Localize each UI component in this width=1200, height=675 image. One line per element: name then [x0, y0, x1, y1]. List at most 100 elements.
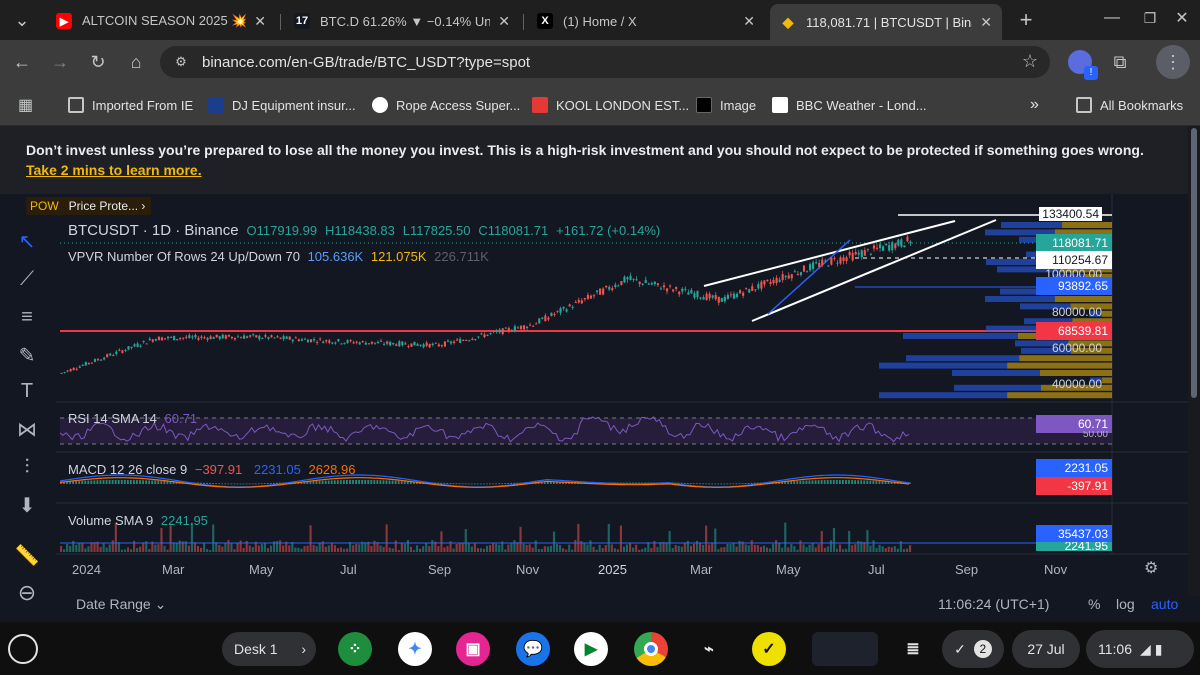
- volume-bar: [339, 547, 343, 552]
- volume-bar: [224, 543, 227, 552]
- candle-body: [112, 355, 115, 357]
- macd-histogram-bar: [342, 480, 345, 484]
- candle-body: [84, 362, 87, 366]
- bookmark-imported-ie[interactable]: Imported From IE: [68, 95, 193, 115]
- macd-histogram-bar: [464, 483, 467, 485]
- back-icon[interactable]: ←: [8, 48, 36, 76]
- close-icon[interactable]: ✕: [498, 13, 510, 30]
- status-tray[interactable]: 11:06 ◢ ▮: [1086, 630, 1194, 668]
- bookmark-rope-access[interactable]: Rope Access Super...: [372, 95, 520, 115]
- forward-icon[interactable]: →: [46, 48, 74, 76]
- candle-body: [577, 299, 580, 303]
- launcher-icon[interactable]: [8, 634, 38, 664]
- log-scale-toggle[interactable]: log: [1116, 596, 1135, 612]
- photos-app-icon[interactable]: ▣: [456, 632, 490, 666]
- bookmark-star-icon[interactable]: ☆: [1022, 51, 1038, 72]
- bookmark-bbc-weather[interactable]: BBC Weather - Lond...: [772, 95, 927, 115]
- volume-bar: [422, 546, 425, 552]
- scrollbar-thumb[interactable]: [1191, 128, 1197, 398]
- trading-chart[interactable]: ↖ ⟋ ≡ ✎ T ⋈ ⫶ ⬇ 📏 ⊖ POW Price Prote... ›…: [0, 194, 1188, 630]
- forecast-icon[interactable]: ⫶: [12, 452, 42, 482]
- candle-body: [547, 317, 550, 320]
- close-icon[interactable]: ✕: [980, 14, 992, 31]
- close-icon[interactable]: ✕: [743, 13, 755, 30]
- volume-bar: [632, 547, 635, 552]
- cursor-icon[interactable]: ↖: [12, 226, 42, 256]
- candle-body: [148, 338, 151, 341]
- candle-body: [236, 336, 240, 338]
- macd-histogram-bar: [702, 483, 704, 485]
- volume-bar: [470, 546, 473, 552]
- ruler-icon[interactable]: 📏: [12, 540, 42, 570]
- arrow-down-icon[interactable]: ⬇: [12, 490, 42, 520]
- volume-bar: [720, 547, 723, 552]
- cast-icon[interactable]: ⌁: [692, 632, 726, 666]
- candle-body: [723, 296, 726, 302]
- profile-icon[interactable]: !: [1066, 48, 1098, 80]
- volume-bar: [638, 549, 641, 552]
- restore-icon[interactable]: ❐: [1136, 4, 1164, 32]
- bookmark-image[interactable]: Image: [696, 95, 756, 115]
- apps-grid-icon[interactable]: ▦: [18, 95, 33, 115]
- macd-histogram-bar: [817, 480, 820, 484]
- desk-switcher[interactable]: Desk 1 ›: [222, 632, 316, 666]
- candle-body: [714, 295, 717, 300]
- bookmark-kool-london[interactable]: KOOL LONDON EST...: [532, 95, 689, 115]
- price-axis-label: 40000.00: [1051, 377, 1102, 391]
- tab-binance[interactable]: ◆ 118,081.71 | BTCUSDT | Bina ✕: [770, 4, 1002, 40]
- date-pill[interactable]: 27 Jul: [1012, 630, 1080, 668]
- close-window-icon[interactable]: ✕: [1168, 4, 1196, 32]
- red-level-tag: 68539.81: [1036, 322, 1112, 340]
- volume-bar: [507, 544, 510, 552]
- site-info-icon[interactable]: ⚙: [172, 53, 190, 71]
- notifications-pill[interactable]: ✓ 2: [942, 630, 1004, 668]
- os-shelf: Desk 1 › ⁘ ✦ ▣ 💬 ▶ ⌁ ✓ ≣ ✓ 2 27 Jul 11:0…: [0, 622, 1200, 675]
- gemini-icon[interactable]: ✦: [398, 632, 432, 666]
- text-tool-icon[interactable]: T: [12, 376, 42, 406]
- holding-space-icon[interactable]: ≣: [896, 632, 930, 666]
- tab-x-home[interactable]: X (1) Home / X ✕: [527, 6, 765, 36]
- address-bar[interactable]: ⚙ binance.com/en-GB/trade/BTC_USDT?type=…: [160, 46, 1050, 78]
- apps-icon[interactable]: ⁘: [338, 632, 372, 666]
- tab-btc-dominance[interactable]: 17 BTC.D 61.26% ▼ −0.14% Unn ✕: [284, 6, 520, 36]
- chrome-icon[interactable]: [634, 632, 668, 666]
- messages-icon[interactable]: 💬: [516, 632, 550, 666]
- menu-icon[interactable]: ⋮: [1156, 45, 1190, 79]
- vpvr-up-bar: [879, 362, 1008, 369]
- volume-bar: [266, 548, 270, 552]
- trendline-icon[interactable]: ⟋: [12, 264, 42, 294]
- new-tab-icon[interactable]: +: [1012, 6, 1040, 34]
- tab-search-icon[interactable]: ⌄: [8, 6, 36, 34]
- close-icon[interactable]: ✕: [254, 13, 266, 30]
- pattern-icon[interactable]: ⋈: [12, 414, 42, 444]
- volume-bar: [665, 542, 668, 552]
- bookmark-dj-equipment[interactable]: DJ Equipment insur...: [208, 95, 356, 115]
- candle-body: [605, 285, 608, 288]
- candle-body: [367, 343, 370, 345]
- home-icon[interactable]: ⌂: [122, 48, 150, 76]
- reload-icon[interactable]: ↻: [84, 48, 112, 76]
- fib-icon[interactable]: ≡: [12, 302, 42, 332]
- learn-more-link[interactable]: Take 2 mins to learn more.: [26, 160, 202, 180]
- brush-icon[interactable]: ✎: [12, 340, 42, 370]
- macd-histogram-bar: [872, 480, 875, 484]
- more-bookmarks-icon[interactable]: »: [1030, 95, 1039, 115]
- norton-app-icon[interactable]: ✓: [752, 632, 786, 666]
- extensions-icon[interactable]: ⧉: [1106, 48, 1134, 76]
- candle-body: [562, 306, 565, 309]
- pow-tag[interactable]: POW Price Prote... ›: [26, 197, 152, 215]
- tab-altcoin[interactable]: ▶ ALTCOIN SEASON 2025 💥 Th ✕: [46, 6, 276, 36]
- percent-scale-toggle[interactable]: %: [1088, 596, 1100, 612]
- volume-bar: [136, 547, 139, 552]
- meet-icon[interactable]: ▶: [574, 632, 608, 666]
- candle-body: [109, 353, 112, 356]
- page-scrollbar[interactable]: [1188, 126, 1200, 596]
- minimize-icon[interactable]: —: [1098, 4, 1126, 32]
- candle-body: [772, 279, 775, 284]
- auto-scale-toggle[interactable]: auto: [1151, 596, 1178, 612]
- chart-settings-icon[interactable]: ⚙: [1144, 558, 1158, 578]
- all-bookmarks[interactable]: All Bookmarks: [1076, 95, 1183, 115]
- window-preview-icon[interactable]: [812, 632, 878, 666]
- date-range-button[interactable]: Date Range ⌄: [76, 596, 166, 613]
- candle-body: [526, 326, 529, 329]
